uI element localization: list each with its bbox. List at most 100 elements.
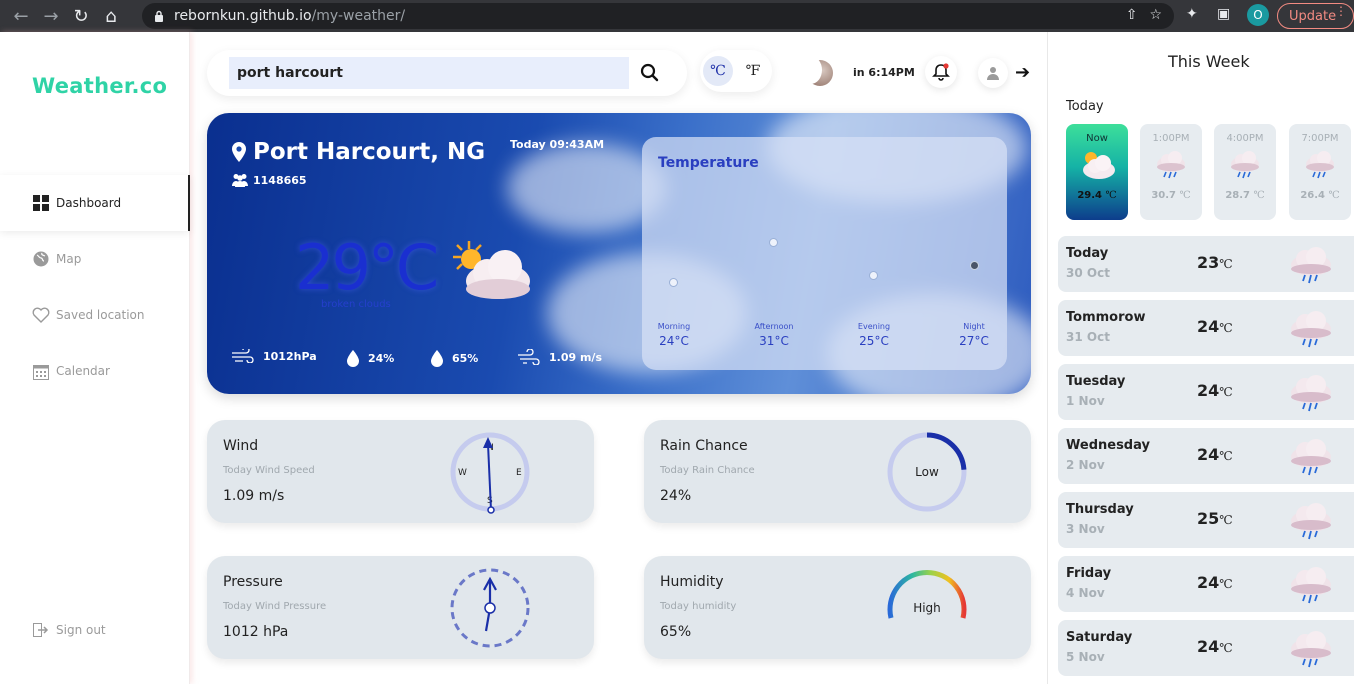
update-button[interactable]: Update ⋮: [1277, 3, 1354, 29]
daily-forecast-row[interactable]: Today 30 Oct 23℃: [1058, 236, 1354, 292]
rain-cloud-icon: [1157, 151, 1185, 179]
weather-description: broken clouds: [321, 299, 391, 310]
period-label: Afternoon: [754, 322, 794, 331]
daily-forecast-row[interactable]: Tuesday 1 Nov 24℃: [1058, 364, 1354, 420]
unit-toggle: ℃ ℉: [700, 50, 772, 92]
period-label: Night: [963, 322, 985, 331]
afternoon-point[interactable]: [769, 238, 778, 247]
rain-cloud-icon: [1291, 375, 1331, 412]
daily-forecast-row[interactable]: Wednesday 2 Nov 24℃: [1058, 428, 1354, 484]
period-label: Morning: [657, 322, 691, 331]
hourly-item-now[interactable]: Now 29.4 ℃: [1066, 124, 1128, 220]
night-point[interactable]: [970, 261, 979, 270]
daily-forecast-row[interactable]: Tommorow 31 Oct 24℃: [1058, 300, 1354, 356]
bookmark-star-icon[interactable]: ☆: [1149, 7, 1162, 23]
forward-icon[interactable]: →: [36, 2, 66, 30]
sidebar-item-map[interactable]: Map: [0, 231, 190, 287]
address-bar[interactable]: rebornkun.github.io/my-weather/ ⇧ ☆: [142, 3, 1174, 29]
day-name: Saturday: [1066, 630, 1133, 645]
current-temperature: 29°C: [295, 231, 439, 304]
sign-out-label: Sign out: [56, 623, 106, 637]
arrow-right-icon[interactable]: ➔: [1015, 62, 1030, 83]
user-icon: [987, 67, 999, 80]
sidebar: Weather.co Dashboard Map Saved location …: [0, 32, 190, 684]
day-temp-value: 25: [1197, 509, 1220, 528]
wind-compass: N W E S: [450, 432, 530, 514]
sidebar-item-calendar[interactable]: Calendar: [0, 343, 190, 399]
day-temp-value: 23: [1197, 253, 1220, 272]
hourly-item[interactable]: 4:00PM 28.7 ℃: [1214, 124, 1276, 220]
humidity-gauge: High: [887, 570, 967, 646]
reload-icon[interactable]: ↻: [66, 2, 96, 30]
celsius-button[interactable]: ℃: [703, 56, 733, 86]
sidebar-item-dashboard[interactable]: Dashboard: [0, 175, 190, 231]
wind-icon: [518, 349, 540, 365]
day-temp: 24℃: [1197, 317, 1233, 336]
period-value: 31°C: [759, 334, 789, 348]
user-avatar[interactable]: [978, 58, 1008, 88]
temperature-panel-title: Temperature: [658, 155, 759, 171]
app-logo[interactable]: Weather.co: [32, 74, 167, 98]
hourly-item[interactable]: 1:00PM 30.7 ℃: [1140, 124, 1202, 220]
day-temp-unit: ℃: [1219, 449, 1233, 463]
hour-time: 7:00PM: [1301, 133, 1339, 144]
sidebar-item-label: Map: [56, 252, 82, 266]
day-temp: 24℃: [1197, 573, 1233, 592]
day-name: Friday: [1066, 566, 1112, 581]
profile-avatar[interactable]: O: [1247, 4, 1269, 26]
rain-cloud-icon: [1291, 247, 1331, 284]
day-date: 3 Nov: [1066, 522, 1105, 536]
menu-dots-icon[interactable]: ⋮: [1335, 5, 1347, 17]
wind-card: Wind Today Wind Speed 1.09 m/s N W E S: [207, 420, 594, 523]
sidebar-item-sign-out[interactable]: Sign out: [0, 602, 190, 658]
day-name: Today: [1066, 246, 1109, 261]
hourly-item[interactable]: 7:00PM 26.4 ℃: [1289, 124, 1351, 220]
day-temp-value: 24: [1197, 573, 1220, 592]
share-icon[interactable]: ⇧: [1126, 7, 1138, 23]
day-temp: 25℃: [1197, 509, 1233, 528]
hour-time: 4:00PM: [1226, 133, 1264, 144]
moon-shadow: [800, 56, 822, 84]
period-label: Evening: [857, 322, 891, 331]
calendar-icon: [32, 362, 50, 380]
daily-forecast-row[interactable]: Thursday 3 Nov 25℃: [1058, 492, 1354, 548]
sun-cloud-icon: [453, 241, 530, 299]
back-icon[interactable]: ←: [6, 2, 36, 30]
period-night: Night 27°C: [949, 322, 999, 348]
extensions-icon[interactable]: ✦: [1186, 6, 1198, 22]
period-value: 27°C: [959, 334, 989, 348]
dashboard-icon: [32, 194, 50, 212]
rain-cloud-icon: [1291, 311, 1331, 348]
pressure-stat: 1012hPa: [231, 349, 317, 363]
card-title: Rain Chance: [660, 438, 748, 454]
notification-button[interactable]: [925, 56, 957, 88]
period-morning: Morning 24°C: [649, 322, 699, 348]
daily-forecast-row[interactable]: Friday 4 Nov 24℃: [1058, 556, 1354, 612]
humidity-value: 24%: [368, 351, 395, 365]
sidebar-item-saved-location[interactable]: Saved location: [0, 287, 190, 343]
week-title: This Week: [1168, 52, 1250, 71]
period-evening: Evening 25°C: [849, 322, 899, 348]
rain-cloud-icon: [1291, 439, 1331, 476]
card-title: Humidity: [660, 574, 724, 590]
sunset-time: in 6:14PM: [853, 66, 915, 79]
day-date: 1 Nov: [1066, 394, 1105, 408]
day-temp-value: 24: [1197, 317, 1220, 336]
home-icon[interactable]: ⌂: [96, 2, 126, 30]
day-date: 4 Nov: [1066, 586, 1105, 600]
evening-point[interactable]: [869, 271, 878, 280]
rain-chance-card: Rain Chance Today Rain Chance 24% Low: [644, 420, 1031, 523]
card-subtitle: Today humidity: [660, 601, 737, 612]
humidity-stat: 24%: [346, 349, 394, 367]
daily-forecast-row[interactable]: Saturday 5 Nov 24℃: [1058, 620, 1354, 676]
morning-point[interactable]: [669, 278, 678, 287]
rain-cloud-icon: [1291, 503, 1331, 540]
side-panel-icon[interactable]: ▣: [1217, 6, 1230, 22]
search-input[interactable]: [229, 57, 629, 89]
hour-temp-unit: ℃: [1179, 190, 1191, 201]
fahrenheit-button[interactable]: ℉: [738, 56, 768, 86]
day-name: Wednesday: [1066, 438, 1150, 453]
search-icon[interactable]: [639, 62, 661, 84]
card-value: 24%: [660, 488, 692, 504]
hour-temp-value: 29.4: [1077, 190, 1102, 201]
